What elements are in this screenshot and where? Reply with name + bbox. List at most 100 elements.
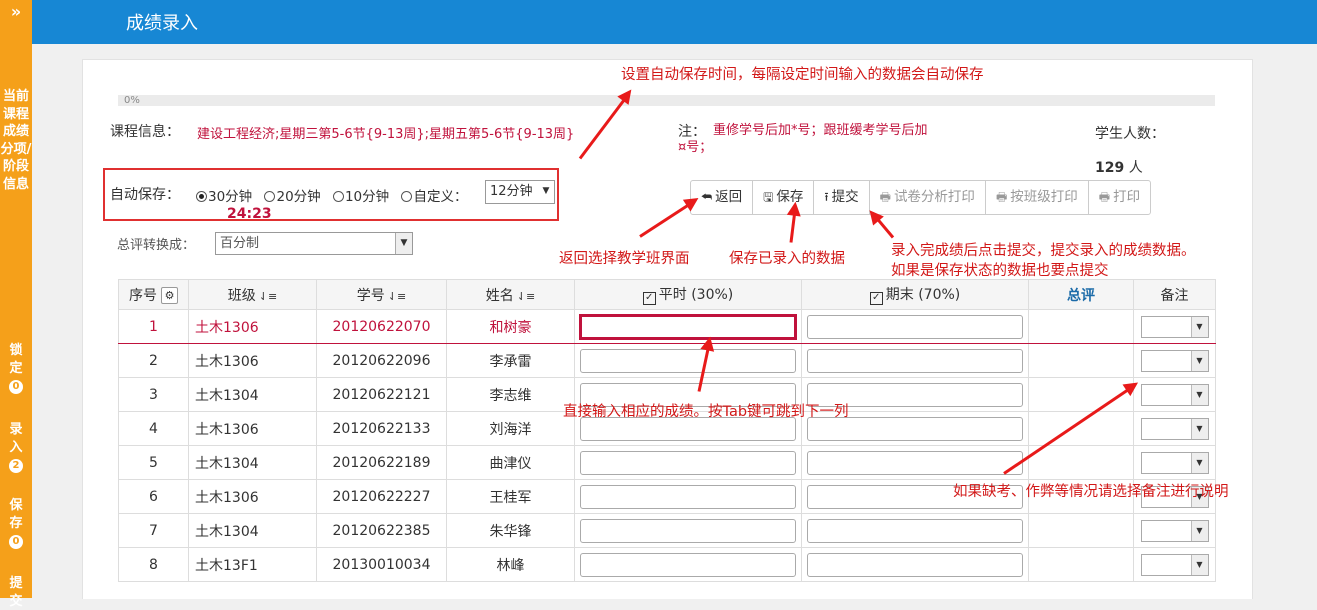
annotation-autosave: 设置自动保存时间，每隔设定时间输入的数据会自动保存 <box>621 67 984 83</box>
regular-score-input[interactable] <box>580 348 796 373</box>
remark-select[interactable]: ▼ <box>1140 519 1209 542</box>
row-index: 7 <box>118 513 189 548</box>
option-label: 10分钟 <box>344 189 390 205</box>
final-score-input[interactable] <box>807 348 1023 373</box>
regular-score-input[interactable] <box>580 450 796 475</box>
remark-select[interactable]: ▼ <box>1140 315 1209 338</box>
row-name: 朱华锋 <box>446 513 575 548</box>
autosave-option-30[interactable]: 30分钟 <box>196 189 252 205</box>
row-class: 土木1306 <box>188 309 317 344</box>
conversion-select[interactable]: 百分制 ▼ <box>215 232 413 255</box>
row-student-id: 20120622227 <box>316 479 447 514</box>
sidebar-item-submitted[interactable]: 提交 <box>0 575 32 610</box>
option-label: 20分钟 <box>276 189 321 205</box>
print-by-class-button[interactable]: 🖶 按班级打印 <box>986 181 1089 214</box>
student-count-label: 学生人数： <box>1095 126 1165 142</box>
header-label: 序号 <box>129 287 157 304</box>
sort-icon[interactable]: ⇃≡ <box>517 290 535 303</box>
final-score-input[interactable] <box>807 518 1023 543</box>
final-cell <box>801 513 1029 548</box>
print-button[interactable]: 🖶 打印 <box>1089 181 1150 214</box>
regular-score-input[interactable] <box>579 313 797 340</box>
gear-icon[interactable]: ⚙ <box>161 287 178 304</box>
row-class: 土木1306 <box>188 479 317 514</box>
header-label: 平时 (30%) <box>658 287 734 303</box>
final-cell <box>801 547 1029 582</box>
row-name: 李承雷 <box>446 343 575 378</box>
submit-button[interactable]: ⭱ 提交 <box>814 181 870 214</box>
remark-select[interactable]: ▼ <box>1140 451 1209 474</box>
chevron-down-icon: ▼ <box>538 181 554 203</box>
row-index: 2 <box>118 343 189 378</box>
checkbox-regular[interactable]: ✓ <box>642 292 656 305</box>
row-class: 土木1304 <box>188 445 317 480</box>
table-row: 1 土木1306 20120622070 和树豪 ▼ <box>118 309 1216 344</box>
progress-bar: 0% <box>118 95 1215 106</box>
header-label: 备注 <box>1160 287 1189 304</box>
radio-icon <box>401 191 413 202</box>
autosave-label: 自动保存： <box>110 187 180 203</box>
sidebar-item-label: 保存 <box>9 498 23 531</box>
row-class: 土木1306 <box>188 411 317 446</box>
course-info-label: 课程信息： <box>110 124 180 140</box>
row-student-id: 20120622133 <box>316 411 447 446</box>
autosave-custom-select[interactable]: 12分钟 ▼ <box>485 180 555 204</box>
regular-score-input[interactable] <box>580 552 796 577</box>
remark-select[interactable]: ▼ <box>1140 417 1209 440</box>
remark-cell: ▼ <box>1133 547 1216 582</box>
autosave-timer: 24:23 <box>227 206 272 222</box>
sidebar-toggle-icon[interactable]: » <box>0 0 32 24</box>
regular-cell <box>574 343 802 378</box>
table-row: 8 土木13F1 20130010034 林峰 ▼ <box>118 547 1216 582</box>
table-row: 5 土木1304 20120622189 曲津仪 ▼ <box>118 445 1216 480</box>
col-header-student-id[interactable]: 学号 ⇃≡ <box>316 279 447 310</box>
chevron-down-icon: ▼ <box>1190 520 1208 541</box>
remark-select[interactable]: ▼ <box>1140 349 1209 372</box>
page-title: 成绩录入 <box>126 13 198 34</box>
remark-select[interactable]: ▼ <box>1140 383 1209 406</box>
custom-select-value: 12分钟 <box>490 184 533 199</box>
back-label: 返回 <box>715 189 743 205</box>
overall-cell <box>1028 445 1134 480</box>
row-student-id: 20120622121 <box>316 377 447 412</box>
back-button[interactable]: ⮪ 返回 <box>691 181 754 214</box>
row-index: 5 <box>118 445 189 480</box>
autosave-option-10[interactable]: 10分钟 <box>332 189 390 205</box>
row-student-id: 20120622385 <box>316 513 447 548</box>
print-analysis-button[interactable]: 🖶 试卷分析打印 <box>870 181 986 214</box>
col-header-index: 序号 ⚙ <box>118 279 189 310</box>
printer-icon: 🖶 <box>995 190 1008 204</box>
entered-count-badge: 2 <box>9 459 23 473</box>
row-student-id: 20120622096 <box>316 343 447 378</box>
regular-score-input[interactable] <box>580 484 796 509</box>
checkbox-final[interactable]: ✓ <box>869 292 883 305</box>
sort-icon[interactable]: ⇃≡ <box>259 290 277 303</box>
col-header-class[interactable]: 班级 ⇃≡ <box>188 279 317 310</box>
sidebar-item-saved[interactable]: 保存 0 <box>0 497 32 550</box>
save-button[interactable]: 🖫 保存 <box>753 181 815 214</box>
row-name: 和树豪 <box>446 309 575 344</box>
grade-table: 序号 ⚙ 班级 ⇃≡ 学号 ⇃≡ 姓名 ⇃≡ ✓ 平时 (30%) ✓ 期末 (70%) 总… <box>118 279 1216 582</box>
header-label: 学号 <box>356 287 385 304</box>
sort-icon[interactable]: ⇃≡ <box>388 290 406 303</box>
row-index: 8 <box>118 547 189 582</box>
upload-icon: ⭱ <box>824 190 829 204</box>
sidebar-item-entered[interactable]: 录入 2 <box>0 421 32 474</box>
row-name: 林峰 <box>446 547 575 582</box>
col-header-name[interactable]: 姓名 ⇃≡ <box>446 279 575 310</box>
print-by-class-label: 按班级打印 <box>1010 189 1078 205</box>
regular-score-input[interactable] <box>580 518 796 543</box>
annotation-submit-line2: 如果是保存状态的数据也要点提交 <box>891 263 1109 279</box>
autosave-option-custom[interactable]: 自定义： <box>401 189 467 205</box>
final-score-input[interactable] <box>807 450 1023 475</box>
final-score-input[interactable] <box>807 314 1023 339</box>
locked-count-badge: 0 <box>9 380 23 394</box>
col-header-remark: 备注 <box>1133 279 1216 310</box>
final-score-input[interactable] <box>807 552 1023 577</box>
print-label: 打印 <box>1113 189 1141 205</box>
remark-cell: ▼ <box>1133 411 1216 446</box>
sidebar-item-locked[interactable]: 锁定 0 <box>0 342 32 395</box>
autosave-option-20[interactable]: 20分钟 <box>264 189 321 205</box>
note-text: 重修学号后加*号；跟班缓考学号后加¤号； <box>678 123 928 155</box>
remark-select[interactable]: ▼ <box>1140 553 1209 576</box>
